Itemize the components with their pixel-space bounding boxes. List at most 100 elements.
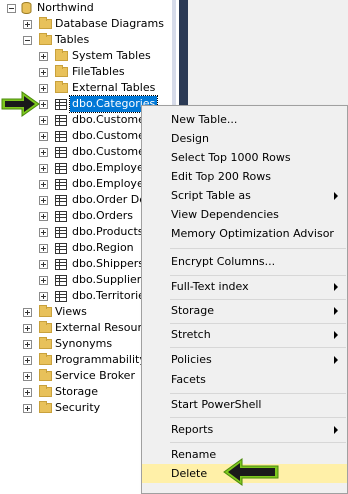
menu-item-script-table-as[interactable]: Script Table as <box>142 186 347 205</box>
table-icon <box>55 227 67 238</box>
menu-item-view-dependencies[interactable]: View Dependencies <box>142 205 347 224</box>
menu-item-memory-optimization[interactable]: Memory Optimization Advisor <box>142 224 347 243</box>
menu-item-design[interactable]: Design <box>142 129 347 148</box>
expand-icon[interactable] <box>39 244 48 253</box>
submenu-arrow-icon <box>334 331 338 339</box>
menu-separator <box>170 248 346 249</box>
expand-icon[interactable] <box>39 180 48 189</box>
tree-node-label: dbo.Orders <box>72 209 133 222</box>
root-label: Northwind <box>37 1 94 14</box>
expand-icon[interactable] <box>39 260 48 269</box>
tree-node-label: dbo.Customer <box>72 145 150 158</box>
folder-icon <box>55 65 68 77</box>
folder-icon <box>39 305 52 317</box>
menu-item-policies[interactable]: Policies <box>142 350 347 369</box>
menu-separator <box>170 299 346 300</box>
menu-separator <box>170 417 346 418</box>
submenu-arrow-icon <box>334 307 338 315</box>
collapse-icon[interactable] <box>23 36 32 45</box>
menu-item-stretch[interactable]: Stretch <box>142 325 347 344</box>
table-icon <box>55 99 67 110</box>
tree-node-tables[interactable]: Tables <box>0 32 172 48</box>
tree-node-label: Database Diagrams <box>55 17 164 30</box>
folder-icon <box>55 81 68 93</box>
table-icon <box>55 131 67 142</box>
expand-icon[interactable] <box>23 356 32 365</box>
folder-icon <box>39 353 52 365</box>
expand-icon[interactable] <box>23 20 32 29</box>
tree-node-filetables[interactable]: FileTables <box>0 64 172 80</box>
table-icon <box>55 147 67 158</box>
folder-icon <box>39 33 52 45</box>
arrow-left-icon <box>223 458 279 486</box>
menu-item-reports[interactable]: Reports <box>142 420 347 439</box>
expand-icon[interactable] <box>39 212 48 221</box>
menu-item-fulltext-index[interactable]: Full-Text index <box>142 277 347 296</box>
submenu-arrow-icon <box>334 192 338 200</box>
tree-node-label: dbo.Employee <box>72 177 151 190</box>
tree-node-label: Storage <box>55 385 99 398</box>
table-icon <box>55 115 67 126</box>
table-icon <box>55 291 67 302</box>
tree-node-label: dbo.Order Det <box>72 193 151 206</box>
menu-item-select-top-rows[interactable]: Select Top 1000 Rows <box>142 148 347 167</box>
tree-node-label: Synonyms <box>55 337 113 350</box>
expand-icon[interactable] <box>23 324 32 333</box>
menu-separator <box>170 442 346 443</box>
expand-icon[interactable] <box>23 340 32 349</box>
expand-icon[interactable] <box>23 308 32 317</box>
table-icon <box>55 163 67 174</box>
submenu-arrow-icon <box>334 283 338 291</box>
folder-icon <box>39 17 52 29</box>
folder-icon <box>39 385 52 397</box>
tree-node-label: External Tables <box>72 81 156 94</box>
tree-node-label: dbo.Products <box>72 225 144 238</box>
submenu-arrow-icon <box>334 426 338 434</box>
submenu-arrow-icon <box>334 356 338 364</box>
expand-icon[interactable] <box>23 388 32 397</box>
tree-node-label: dbo.Suppliers <box>72 273 148 286</box>
tree-node-label: Service Broker <box>55 369 135 382</box>
menu-item-new-table[interactable]: New Table... <box>142 110 347 129</box>
tree-node-system-tables[interactable]: System Tables <box>0 48 172 64</box>
folder-icon <box>39 369 52 381</box>
menu-item-start-powershell[interactable]: Start PowerShell <box>142 395 347 414</box>
table-icon <box>55 275 67 286</box>
tree-node-label: Views <box>55 305 87 318</box>
table-icon <box>55 243 67 254</box>
table-icon <box>55 259 67 270</box>
arrow-right-icon <box>1 91 40 117</box>
table-icon <box>55 195 67 206</box>
folder-icon <box>39 321 52 333</box>
expand-icon[interactable] <box>23 404 32 413</box>
expand-icon[interactable] <box>39 52 48 61</box>
expand-icon[interactable] <box>39 228 48 237</box>
expand-icon[interactable] <box>39 276 48 285</box>
expand-icon[interactable] <box>39 196 48 205</box>
expand-icon[interactable] <box>39 68 48 77</box>
tree-node-label: Programmability <box>55 353 146 366</box>
editor-edge <box>179 0 188 110</box>
folder-icon <box>55 49 68 61</box>
tree-node-label: dbo.Employee <box>72 161 151 174</box>
menu-separator <box>170 323 346 324</box>
expand-icon[interactable] <box>39 148 48 157</box>
menu-item-facets[interactable]: Facets <box>142 370 347 389</box>
menu-item-edit-top-rows[interactable]: Edit Top 200 Rows <box>142 167 347 186</box>
tree-node-label: dbo.Shippers <box>72 257 144 270</box>
expand-icon[interactable] <box>39 132 48 141</box>
expand-icon[interactable] <box>39 292 48 301</box>
tree-node-label: dbo.Territories <box>72 289 151 302</box>
expand-icon[interactable] <box>23 372 32 381</box>
menu-separator <box>170 275 346 276</box>
tree-node-database-diagrams[interactable]: Database Diagrams <box>0 16 172 32</box>
tree-node-label: Security <box>55 401 101 414</box>
collapse-icon[interactable] <box>7 4 16 13</box>
folder-icon <box>39 401 52 413</box>
folder-icon <box>39 337 52 349</box>
tree-node-root[interactable]: Northwind <box>0 0 172 16</box>
menu-item-encrypt-columns[interactable]: Encrypt Columns... <box>142 252 347 271</box>
menu-item-storage[interactable]: Storage <box>142 301 347 320</box>
table-icon <box>55 211 67 222</box>
expand-icon[interactable] <box>39 164 48 173</box>
